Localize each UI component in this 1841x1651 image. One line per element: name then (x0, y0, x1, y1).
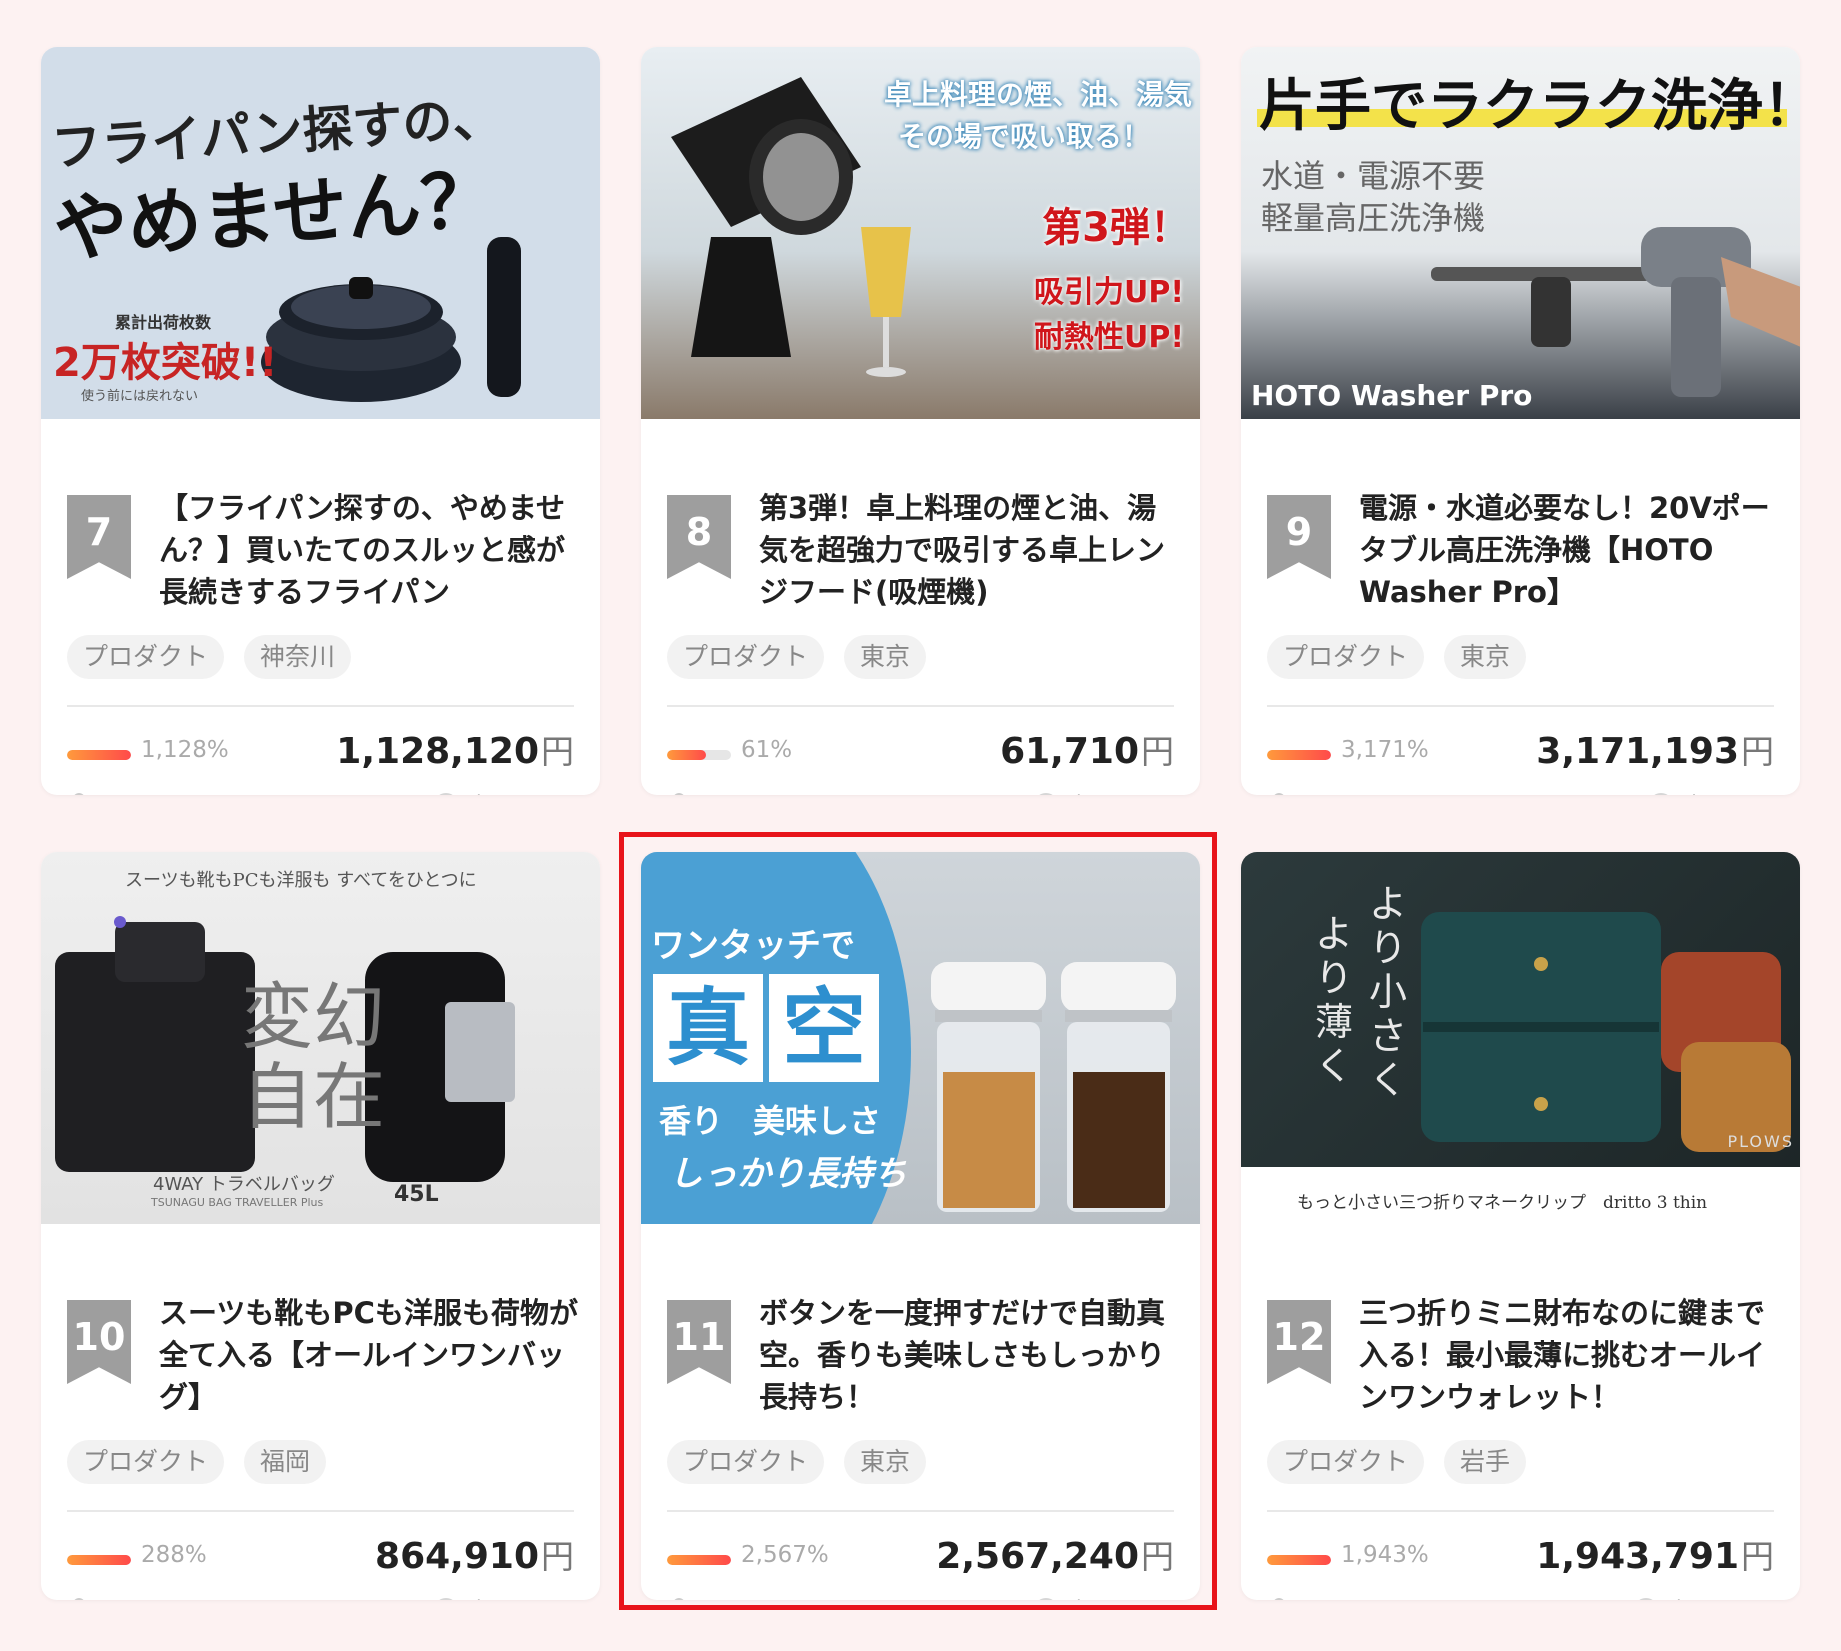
person-icon (1267, 1597, 1291, 1600)
image-brand: HOTO Washer Pro (1251, 379, 1533, 412)
project-title[interactable]: 電源・水道必要なし！20Vポータブル高圧洗浄機【HOTO Washer Pro】 (1359, 487, 1779, 613)
progress-bar (1267, 1555, 1331, 1565)
progress-bar (67, 750, 131, 760)
selection-highlight (619, 832, 1217, 1610)
project-title[interactable]: 【フライパン探すの、やめません？】買いたてのスルッと感が長続きするフライパン (159, 487, 579, 613)
progress-percent: 1,943% (1341, 1542, 1429, 1568)
tag-category[interactable]: プロダクト (67, 1440, 225, 1484)
project-card-7[interactable]: フライパン探すの、 やめません？ 累計出荷枚数 2万枚突破!! 使う前には戻れな… (41, 47, 600, 795)
image-vertical-text: より小さく (1369, 882, 1408, 1102)
rank-badge: 12 (1267, 1300, 1331, 1384)
project-image[interactable]: 卓上料理の煙、油、湯気 その場で吸い取る！ 第3弾！ 吸引力UP! 耐熱性UP! (641, 47, 1200, 419)
project-card-10[interactable]: スーツも靴もPCも洋服も すべてをひとつに 変幻 自在 4WAY トラベルバッグ… (41, 852, 600, 1600)
progress-bar (667, 750, 731, 760)
backers-count: 6人 (667, 787, 736, 795)
funding-amount: 61,710円 (1000, 731, 1174, 772)
image-point: 吸引力UP! (1033, 275, 1184, 310)
backers-count: 106人 (67, 787, 167, 795)
progress-bar (1267, 750, 1331, 760)
tag-location[interactable]: 神奈川 (244, 635, 352, 679)
clock-icon (1633, 1597, 1658, 1600)
funding-amount: 864,910円 (375, 1536, 574, 1577)
tag-category[interactable]: プロダクト (667, 635, 825, 679)
image-vertical-text: より薄く (1315, 912, 1354, 1088)
backers-count: 29人 (67, 1592, 152, 1600)
tag-location[interactable]: 東京 (1444, 635, 1527, 679)
clock-icon (433, 792, 458, 795)
tag-location[interactable]: 福岡 (244, 1440, 327, 1484)
project-image[interactable]: スーツも靴もPCも洋服も すべてをひとつに 変幻 自在 4WAY トラベルバッグ… (41, 852, 600, 1224)
photo-area: より小さく より薄く PLOWS (1241, 852, 1800, 1167)
tag-location[interactable]: 東京 (844, 635, 927, 679)
tag-category[interactable]: プロダクト (1267, 1440, 1425, 1484)
rank-badge: 7 (67, 495, 131, 579)
funding-amount: 1,943,791円 (1536, 1536, 1774, 1577)
image-headline: 片手でラクラク洗浄！ (1259, 74, 1800, 139)
funding-amount: 1,128,120円 (336, 731, 574, 772)
progress-percent: 61% (741, 737, 793, 763)
project-image[interactable]: より小さく より薄く PLOWS もっと小さい三つ折りマネークリップ dritt… (1241, 852, 1800, 1224)
project-image[interactable]: フライパン探すの、 やめません？ 累計出荷枚数 2万枚突破!! 使う前には戻れな… (41, 47, 600, 419)
image-big-text: 2万枚突破!! (53, 340, 278, 386)
project-card-8[interactable]: 卓上料理の煙、油、湯気 その場で吸い取る！ 第3弾！ 吸引力UP! 耐熱性UP!… (641, 47, 1200, 795)
image-brand: PLOWS (1727, 1132, 1794, 1151)
image-headline: 卓上料理の煙、油、湯気 (883, 78, 1192, 111)
rank-badge: 9 (1267, 495, 1331, 579)
image-model: TSUNAGU BAG TRAVELLER Plus (151, 1196, 324, 1209)
wallet-image (1421, 912, 1791, 1152)
image-subtext: 4WAY トラベルバッグ (153, 1174, 335, 1195)
days-remaining: 残り 18日 (1633, 1592, 1774, 1600)
image-point: 耐熱性UP! (1033, 320, 1184, 355)
project-title[interactable]: 第3弾！卓上料理の煙と油、湯気を超強力で吸引する卓上レンジフード(吸煙機) (759, 487, 1179, 613)
tag-category[interactable]: プロダクト (67, 635, 225, 679)
tag-location[interactable]: 岩手 (1444, 1440, 1527, 1484)
person-icon (1267, 792, 1291, 795)
image-note: 使う前には戻れない (81, 389, 199, 404)
days-remaining: 残り 48日 (1033, 787, 1174, 795)
image-big-text: 自在 (241, 1055, 386, 1139)
image-size-badge: 45L (394, 1182, 439, 1207)
divider (1267, 1510, 1774, 1512)
progress-percent: 1,128% (141, 737, 229, 763)
clock-icon (1649, 792, 1674, 795)
image-headline: その場で吸い取る！ (897, 120, 1150, 153)
beer-glass-image (861, 227, 911, 377)
days-remaining: 残り 7日 (1649, 787, 1774, 795)
person-icon (67, 792, 91, 795)
rank-badge: 10 (67, 1300, 131, 1384)
project-card-12[interactable]: より小さく より薄く PLOWS もっと小さい三つ折りマネークリップ dritt… (1241, 852, 1800, 1600)
project-card-9[interactable]: 片手でラクラク洗浄！ 水道・電源不要 軽量高圧洗浄機 HOTO Washer P… (1241, 47, 1800, 795)
image-caption: もっと小さい三つ折りマネークリップ dritto 3 thin (1297, 1193, 1708, 1213)
funding-amount: 3,171,193円 (1536, 731, 1774, 772)
person-icon (667, 792, 691, 795)
frying-pan-image (261, 237, 521, 402)
image-top-text: スーツも靴もPCも洋服も すべてをひとつに (125, 870, 477, 891)
progress-percent: 288% (141, 1542, 207, 1568)
backers-count: 91人 (1267, 1592, 1352, 1600)
clock-icon (1033, 792, 1058, 795)
days-remaining: 残り 18日 (433, 787, 574, 795)
rank-badge: 8 (667, 495, 731, 579)
progress-percent: 3,171% (1341, 737, 1429, 763)
progress-bar (67, 1555, 131, 1565)
tag-category[interactable]: プロダクト (1267, 635, 1425, 679)
backers-count: 137人 (1267, 787, 1367, 795)
divider (1267, 705, 1774, 707)
clock-icon (433, 1597, 458, 1600)
divider (667, 705, 1174, 707)
project-title[interactable]: スーツも靴もPCも洋服も荷物が全て入る【オールインワンバッグ】 (159, 1292, 579, 1418)
divider (67, 1510, 574, 1512)
person-icon (67, 1597, 91, 1600)
image-badge: 第3弾！ (1042, 205, 1190, 251)
project-image[interactable]: 片手でラクラク洗浄！ 水道・電源不要 軽量高圧洗浄機 HOTO Washer P… (1241, 47, 1800, 419)
project-title[interactable]: 三つ折りミニ財布なのに鍵まで入る！最小最薄に挑むオールインワンウォレット！ (1359, 1292, 1779, 1418)
divider (67, 705, 574, 707)
days-remaining: 残り 18日 (433, 1592, 574, 1600)
